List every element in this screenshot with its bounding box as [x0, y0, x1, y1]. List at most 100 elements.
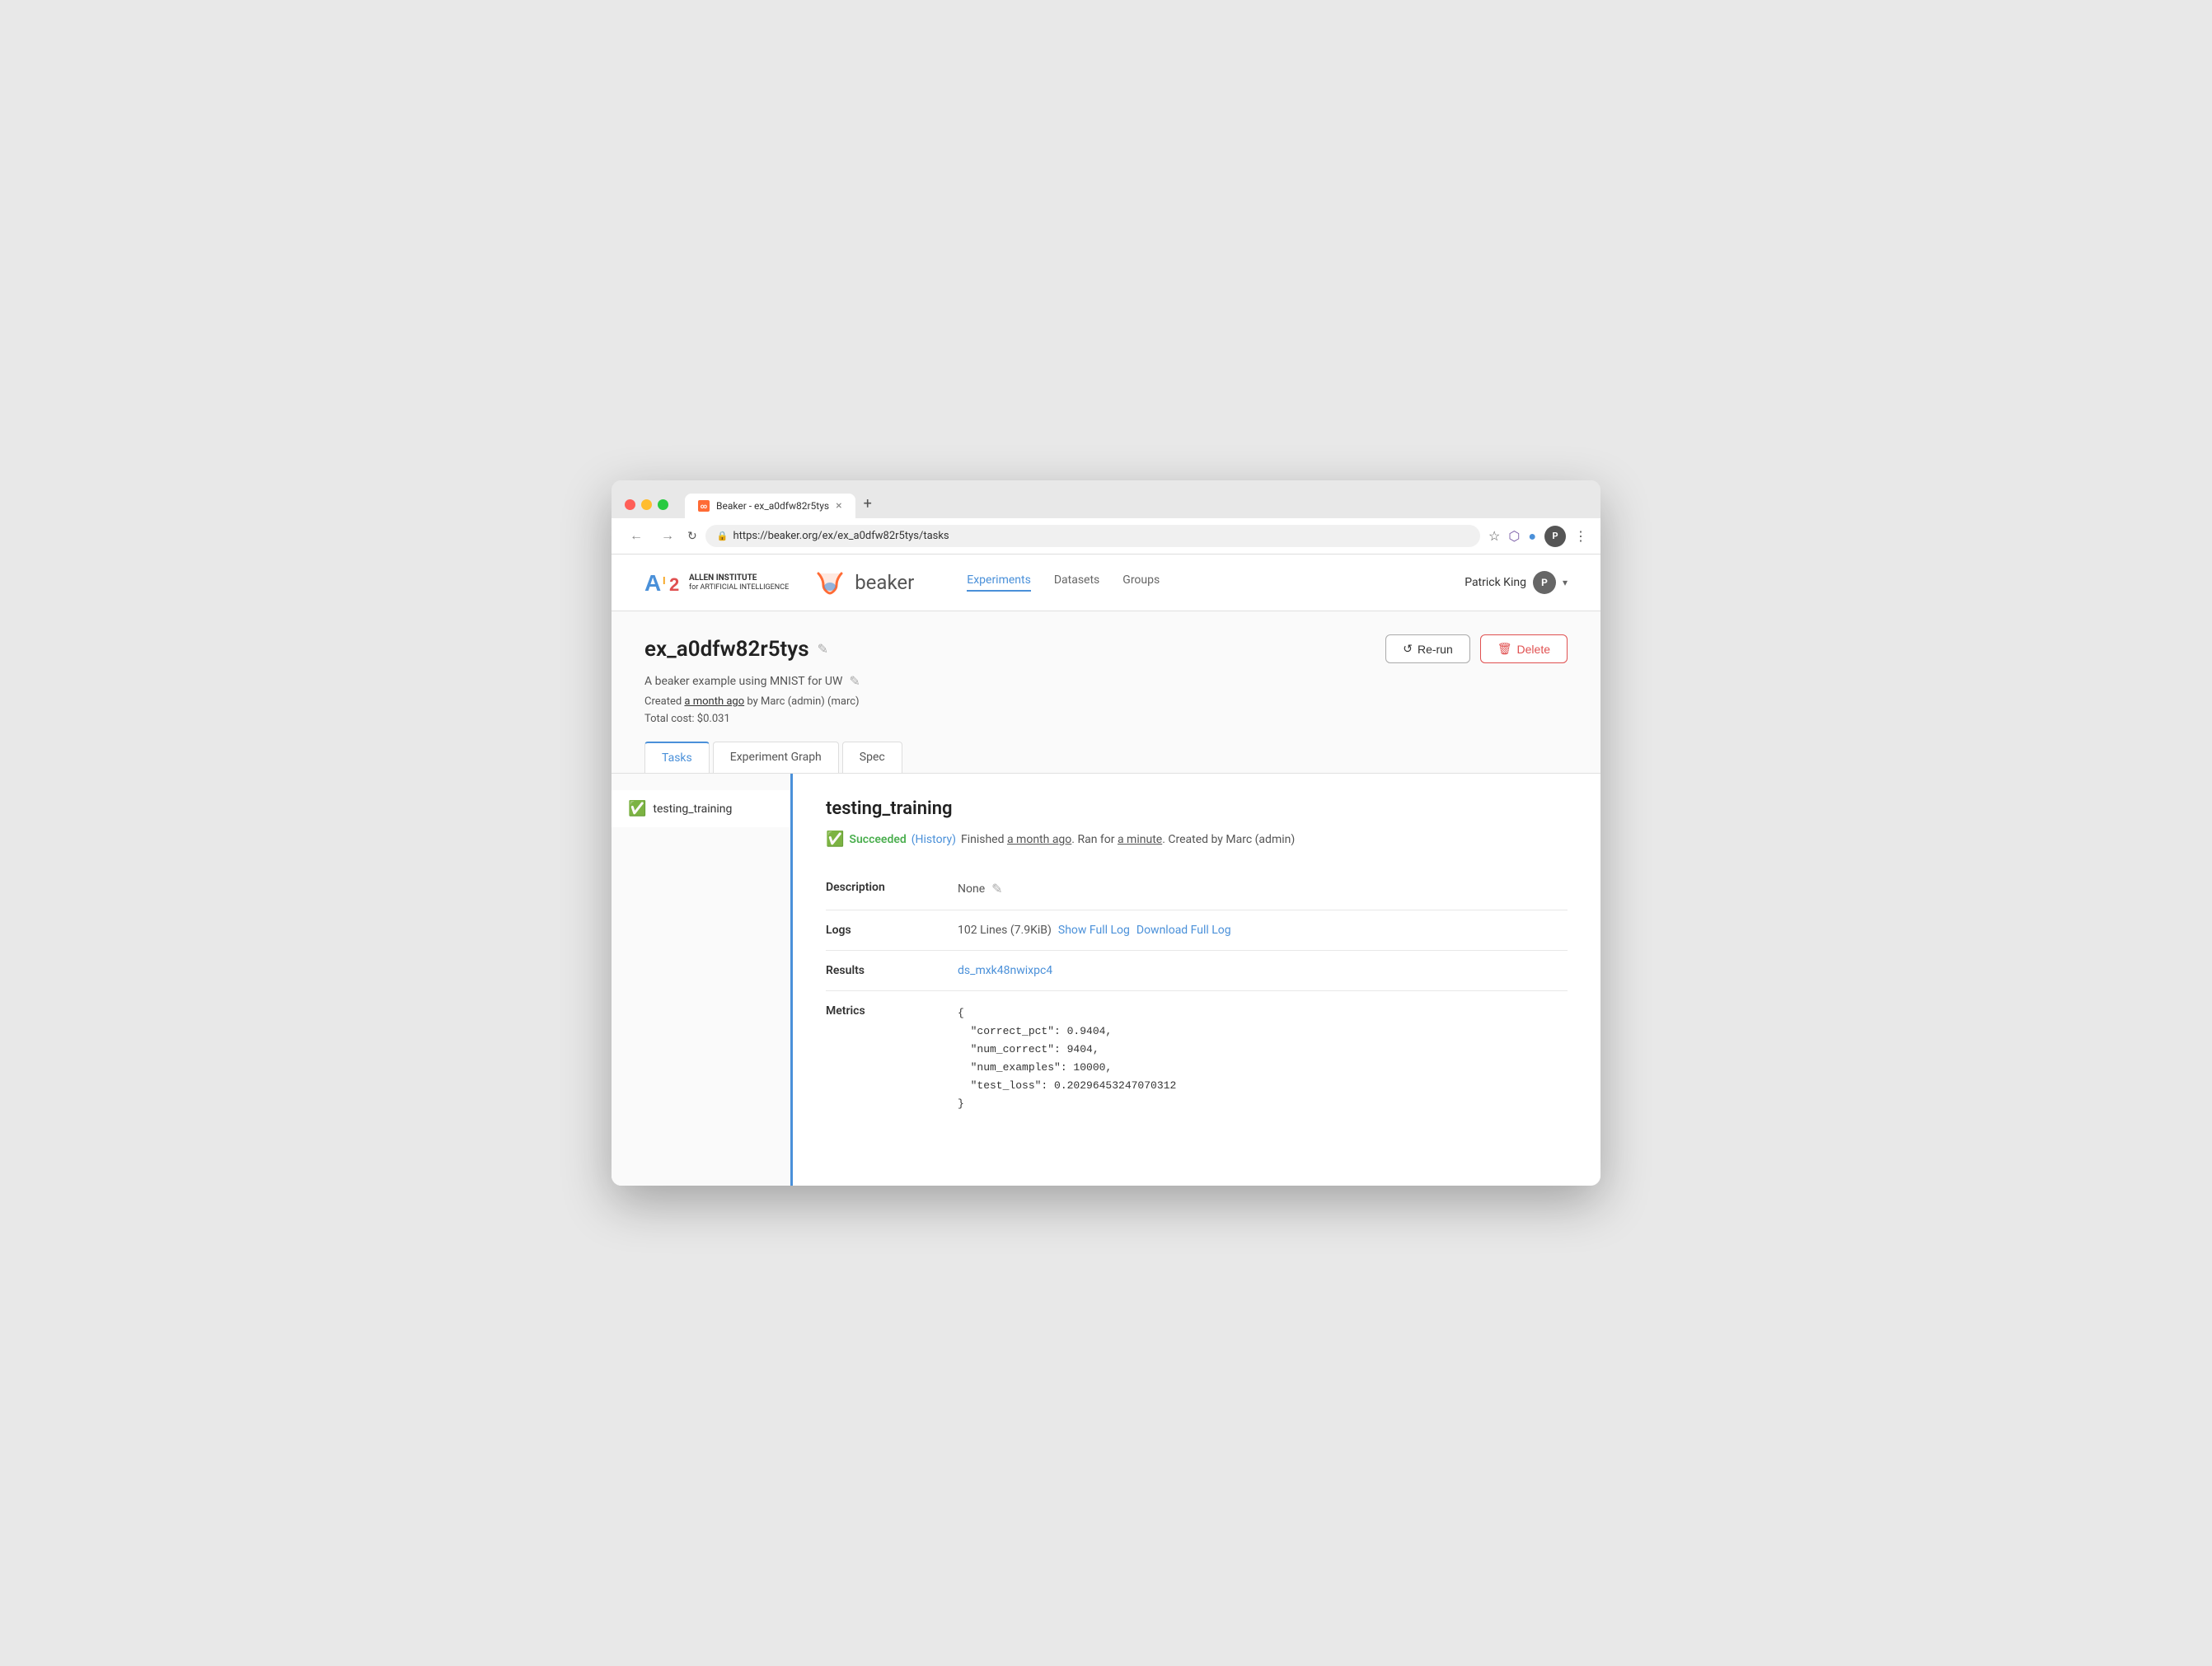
edit-description-icon[interactable]: ✎: [849, 673, 860, 689]
url-bar[interactable]: 🔒 https://beaker.org/ex/ex_a0dfw82r5tys/…: [705, 525, 1480, 547]
logs-label: Logs: [826, 924, 958, 937]
cost-text: Total cost: $0.031: [644, 713, 730, 725]
results-value: ds_mxk48nwixpc4: [958, 964, 1052, 977]
description-label: Description: [826, 881, 958, 896]
svg-text:A: A: [644, 570, 661, 596]
svg-text:2: 2: [669, 574, 679, 595]
task-detail: testing_training ✅ Succeeded (History) F…: [793, 774, 1600, 1186]
nav-groups[interactable]: Groups: [1122, 573, 1160, 592]
description-row: Description None ✎: [826, 868, 1568, 910]
profile-icon[interactable]: ●: [1528, 528, 1536, 545]
chevron-down-icon: ▾: [1563, 577, 1568, 588]
refresh-button[interactable]: ↻: [687, 529, 697, 543]
nav-experiments[interactable]: Experiments: [967, 573, 1031, 592]
toolbar-avatar[interactable]: P: [1544, 526, 1566, 547]
tab-close-button[interactable]: ×: [836, 500, 841, 512]
tab-nav: Tasks Experiment Graph Spec: [644, 742, 1568, 773]
experiment-header: ex_a0dfw82r5tys ✎ ↺ Re-run 🗑 Delete A be…: [612, 611, 1600, 774]
results-label: Results: [826, 964, 958, 977]
toolbar-icons: ☆ ⬡ ● P ⋮: [1488, 526, 1587, 547]
delete-label: Delete: [1517, 643, 1550, 656]
results-dataset-link[interactable]: ds_mxk48nwixpc4: [958, 964, 1052, 977]
metrics-label: Metrics: [826, 1004, 958, 1114]
back-button[interactable]: ←: [625, 527, 648, 545]
logs-info: 102 Lines (7.9KiB): [958, 924, 1052, 937]
new-tab-button[interactable]: +: [855, 490, 880, 518]
tab-title: Beaker - ex_a0dfw82r5tys: [716, 500, 829, 512]
traffic-lights: [625, 499, 668, 510]
maximize-window-button[interactable]: [658, 499, 668, 510]
menu-icon[interactable]: ⋮: [1574, 528, 1587, 544]
user-menu[interactable]: Patrick King P ▾: [1465, 571, 1568, 594]
tab-bar: ∞ Beaker - ex_a0dfw82r5tys × +: [685, 490, 880, 518]
user-avatar: P: [1533, 571, 1556, 594]
action-buttons: ↺ Re-run 🗑 Delete: [1385, 634, 1568, 663]
top-nav: A I 2 ALLEN INSTITUTE for ARTIFICIAL INT…: [612, 555, 1600, 611]
experiment-name: ex_a0dfw82r5tys: [644, 637, 809, 662]
nav-links: Experiments Datasets Groups: [967, 573, 1160, 592]
extensions-icon[interactable]: ⬡: [1508, 528, 1520, 544]
ai2-text: ALLEN INSTITUTE for ARTIFICIAL INTELLIGE…: [689, 573, 789, 593]
title-bar: ∞ Beaker - ex_a0dfw82r5tys × +: [612, 480, 1600, 518]
user-name: Patrick King: [1465, 576, 1526, 589]
address-bar: ← → ↻ 🔒 https://beaker.org/ex/ex_a0dfw82…: [612, 518, 1600, 555]
task-success-circle-icon: ✅: [826, 831, 844, 848]
finished-ago-link[interactable]: a month ago: [1007, 833, 1071, 846]
trash-icon: 🗑: [1497, 642, 1512, 656]
show-full-log-link[interactable]: Show Full Log: [1058, 924, 1130, 937]
rerun-label: Re-run: [1418, 643, 1453, 656]
task-sidebar-item[interactable]: ✅ testing_training: [612, 790, 790, 827]
nav-datasets[interactable]: Datasets: [1054, 573, 1099, 592]
browser-window: ∞ Beaker - ex_a0dfw82r5tys × + ← → ↻ 🔒 h…: [612, 480, 1600, 1186]
ai2-icon: A I 2: [644, 568, 684, 597]
url-text: https://beaker.org/ex/ex_a0dfw82r5tys/ta…: [733, 530, 949, 542]
status-row: ✅ Succeeded (History) Finished a month a…: [826, 831, 1568, 848]
metrics-row: Metrics { "correct_pct": 0.9404, "num_co…: [826, 991, 1568, 1127]
tab-experiment-graph[interactable]: Experiment Graph: [713, 742, 839, 773]
description-none: None: [958, 882, 985, 896]
status-history-link[interactable]: (History): [912, 833, 956, 846]
main-content: A I 2 ALLEN INSTITUTE for ARTIFICIAL INT…: [612, 555, 1600, 1186]
meta-text: Created a month ago by Marc (admin) (mar…: [644, 695, 860, 708]
status-meta: Finished a month ago. Ran for a minute. …: [961, 833, 1295, 846]
forward-button[interactable]: →: [656, 527, 679, 545]
metrics-value: { "correct_pct": 0.9404, "num_correct": …: [958, 1004, 1176, 1114]
metrics-json: { "correct_pct": 0.9404, "num_correct": …: [958, 1004, 1176, 1114]
tab-tasks[interactable]: Tasks: [644, 742, 710, 773]
edit-title-icon[interactable]: ✎: [818, 641, 828, 657]
close-window-button[interactable]: [625, 499, 635, 510]
logs-value: 102 Lines (7.9KiB) Show Full Log Downloa…: [958, 924, 1231, 937]
task-success-icon: ✅: [628, 800, 646, 817]
ran-for-link[interactable]: a minute: [1118, 833, 1162, 846]
lock-icon: 🔒: [717, 531, 729, 541]
beaker-logo: beaker: [812, 570, 914, 595]
browser-tab[interactable]: ∞ Beaker - ex_a0dfw82r5tys ×: [685, 494, 855, 518]
created-ago-link[interactable]: a month ago: [684, 695, 744, 708]
tab-spec[interactable]: Spec: [842, 742, 902, 773]
task-sidebar-label: testing_training: [653, 803, 732, 816]
experiment-title: ex_a0dfw82r5tys ✎: [644, 637, 828, 662]
delete-button[interactable]: 🗑 Delete: [1480, 634, 1568, 663]
rerun-button[interactable]: ↺ Re-run: [1385, 634, 1470, 663]
edit-task-description-icon[interactable]: ✎: [991, 881, 1002, 896]
tab-favicon-icon: ∞: [698, 500, 710, 512]
task-sidebar: ✅ testing_training: [612, 774, 793, 1186]
description-text: A beaker example using MNIST for UW: [644, 675, 842, 688]
ai2-logo: A I 2 ALLEN INSTITUTE for ARTIFICIAL INT…: [644, 568, 789, 597]
svg-text:I: I: [663, 574, 666, 587]
experiment-description: A beaker example using MNIST for UW ✎: [644, 673, 1568, 689]
experiment-meta: Created a month ago by Marc (admin) (mar…: [644, 695, 1568, 708]
logs-row: Logs 102 Lines (7.9KiB) Show Full Log Do…: [826, 910, 1568, 951]
download-full-log-link[interactable]: Download Full Log: [1136, 924, 1231, 937]
rerun-icon: ↺: [1403, 642, 1413, 656]
experiment-title-row: ex_a0dfw82r5tys ✎ ↺ Re-run 🗑 Delete: [644, 634, 1568, 663]
status-text: Succeeded: [849, 833, 906, 846]
beaker-text: beaker: [855, 571, 914, 594]
minimize-window-button[interactable]: [641, 499, 652, 510]
star-icon[interactable]: ☆: [1488, 528, 1500, 544]
description-value: None ✎: [958, 881, 1003, 896]
task-title: testing_training: [826, 798, 1568, 819]
logo-area: A I 2 ALLEN INSTITUTE for ARTIFICIAL INT…: [644, 568, 914, 597]
results-row: Results ds_mxk48nwixpc4: [826, 951, 1568, 991]
task-area: ✅ testing_training testing_training ✅ Su…: [612, 774, 1600, 1186]
